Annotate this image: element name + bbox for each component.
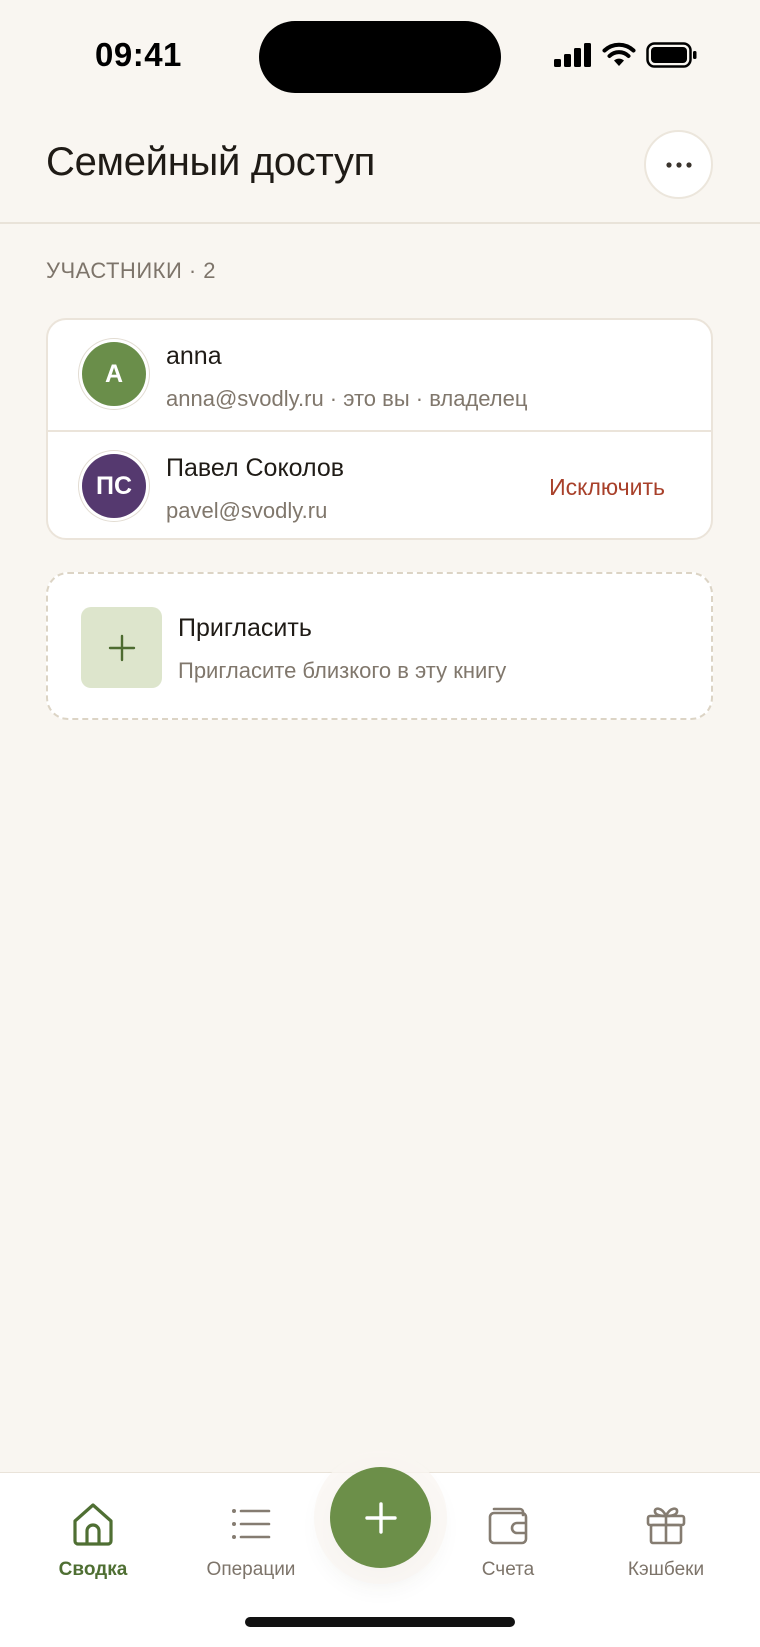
avatar-initials: ПС (95, 471, 133, 500)
invite-subtitle: Пригласите близкого в эту книгу (178, 658, 507, 683)
wallet-icon (488, 1507, 528, 1545)
tab-operations[interactable]: Операции (181, 1501, 321, 1591)
screen: 09:41 Семейный доступ УЧАСТНИКИ · 2 A an… (0, 0, 760, 1647)
member-meta: anna@svodly.ru · это вы · владелец (166, 386, 528, 411)
tab-summary[interactable]: Сводка (23, 1501, 163, 1591)
tab-label: Кэшбеки (627, 1559, 705, 1580)
member-name: Павел Соколов (166, 454, 345, 482)
list-icon (232, 1509, 271, 1539)
members-section-label: УЧАСТНИКИ · 2 (46, 258, 217, 283)
tab-label: Счета (481, 1559, 535, 1580)
avatar: ПС (82, 454, 146, 518)
page-title: Семейный доступ (46, 140, 376, 184)
remove-member-button[interactable]: Исключить (549, 474, 665, 501)
tab-accounts[interactable]: Счета (438, 1501, 578, 1591)
avatar-initials: A (104, 359, 124, 388)
tab-cashback[interactable]: Кэшбеки (596, 1501, 736, 1591)
members-list: A anna anna@svodly.ru · это вы · владеле… (46, 318, 713, 540)
status-icons (554, 42, 698, 68)
more-horizontal-icon (665, 161, 692, 168)
plus-icon (108, 634, 135, 661)
plus-icon (364, 1501, 397, 1534)
invite-button[interactable]: Пригласить Пригласите близкого в эту кни… (46, 572, 713, 720)
tab-label: Сводка (58, 1559, 128, 1580)
invite-icon-box (81, 607, 162, 688)
battery-icon (646, 42, 697, 68)
status-bar: 09:41 (0, 0, 760, 110)
status-time: 09:41 (95, 36, 182, 73)
invite-title: Пригласить (178, 614, 312, 642)
member-row[interactable]: ПС Павел Соколов pavel@svodly.ru Исключи… (48, 430, 711, 538)
tab-label: Операции (206, 1559, 296, 1580)
member-row[interactable]: A anna anna@svodly.ru · это вы · владеле… (48, 320, 711, 430)
member-name: anna (166, 342, 222, 370)
dynamic-island (259, 21, 501, 93)
wifi-icon (602, 42, 636, 66)
cellular-signal-icon (554, 43, 591, 67)
member-meta: pavel@svodly.ru (166, 498, 328, 523)
more-button[interactable] (644, 130, 713, 199)
home-indicator (245, 1617, 515, 1627)
gift-icon (646, 1507, 686, 1545)
add-transaction-button[interactable] (330, 1467, 431, 1568)
avatar: A (82, 342, 146, 406)
header: Семейный доступ (0, 110, 760, 224)
home-icon (73, 1503, 113, 1546)
